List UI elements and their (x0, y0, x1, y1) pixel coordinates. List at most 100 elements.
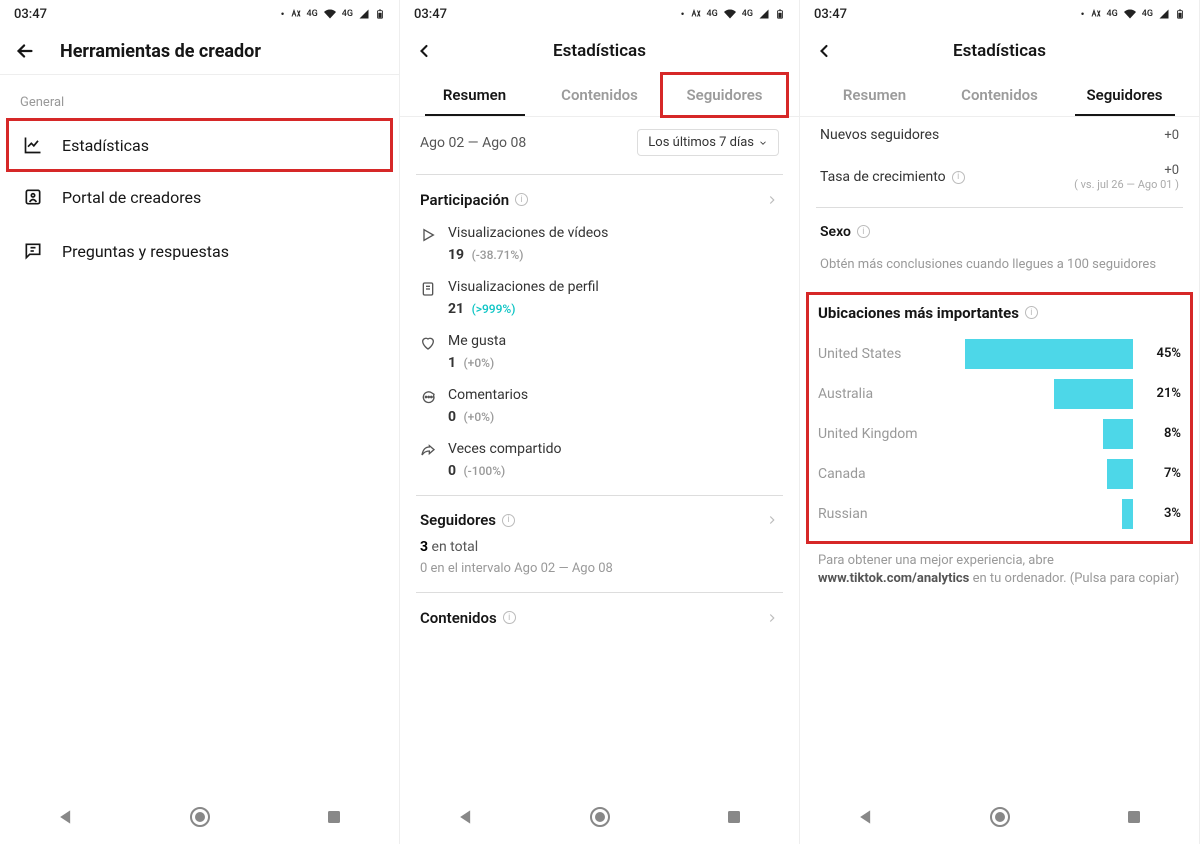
location-bar-row: Russian3% (818, 494, 1181, 534)
nav-home-icon[interactable] (988, 805, 1012, 829)
metric-label: Visualizaciones de vídeos (448, 225, 779, 241)
contents-section-header[interactable]: Contenidos i (400, 599, 799, 637)
followers-total-suffix: en total (432, 539, 479, 555)
bar-track (946, 379, 1133, 409)
nav-recent-icon[interactable] (725, 808, 743, 826)
nav-back-icon[interactable] (56, 807, 76, 827)
chevron-down-icon (758, 138, 768, 148)
nav-recent-icon[interactable] (325, 808, 343, 826)
followers-title: Seguidores (420, 511, 496, 529)
nav-recent-icon[interactable] (1125, 808, 1143, 826)
location-bar-row: United States45% (818, 334, 1181, 374)
share-icon (420, 443, 438, 459)
menu-item-portal-de-creadores[interactable]: Portal de creadores (0, 170, 399, 224)
location-bar-row: Canada7% (818, 454, 1181, 494)
nav-back-icon[interactable] (856, 807, 876, 827)
metric-value: 0 (448, 463, 456, 479)
chevron-right-icon (765, 193, 779, 207)
phone-stats-followers: 03:47 • 4G 4G Estadísticas ResumenConten… (800, 0, 1200, 844)
page-title: Estadísticas (442, 41, 757, 61)
back-chevron-icon[interactable] (414, 41, 442, 61)
menu-item-label: Preguntas y respuestas (62, 242, 229, 261)
gender-hint: Obtén más conclusiones cuando llegues a … (800, 250, 1199, 294)
info-icon: i (503, 611, 516, 624)
status-time: 03:47 (14, 7, 47, 22)
date-range-text: Ago 02 — Ago 08 (420, 135, 526, 151)
back-arrow-icon[interactable] (14, 40, 42, 62)
metric-label: Me gusta (448, 333, 779, 349)
phone-stats-summary: 03:47 • 4G 4G Estadísticas ResumenConten… (400, 0, 800, 844)
bar-track (946, 499, 1133, 529)
statusbar: 03:47 • 4G 4G (400, 0, 799, 28)
bar-track (946, 419, 1133, 449)
android-navbar (800, 790, 1199, 844)
bar-fill (1103, 419, 1133, 449)
android-navbar (400, 790, 799, 844)
tab-contenidos[interactable]: Contenidos (537, 74, 662, 116)
stat-label: Nuevos seguidores (820, 127, 939, 143)
status-icons: • 4G 4G (281, 7, 385, 21)
tabs: ResumenContenidosSeguidores (800, 74, 1199, 116)
location-pct: 21% (1141, 386, 1181, 401)
metric-delta: (-38.71%) (472, 248, 524, 262)
followers-section-header[interactable]: Seguidores i (400, 501, 799, 539)
location-name: Russian (818, 506, 938, 522)
chevron-right-icon (765, 611, 779, 625)
stat-row-tasa-de-crecimiento: Tasa de crecimiento i+0( vs. jul 26 — Ag… (800, 153, 1199, 201)
stats-icon (22, 134, 44, 156)
tabs: ResumenContenidosSeguidores (400, 74, 799, 116)
gender-row: Sexo i (800, 214, 1199, 250)
phone-creator-tools: 03:47 • 4G 4G Herramientas de creador Ge… (0, 0, 400, 844)
gender-label: Sexo (820, 224, 851, 240)
info-icon: i (857, 225, 870, 238)
metric-label: Veces compartido (448, 441, 779, 457)
metric-play: Visualizaciones de vídeos 19 (-38.71%) (400, 219, 799, 273)
tab-seguidores[interactable]: Seguidores (662, 74, 787, 116)
metric-label: Comentarios (448, 387, 779, 403)
participation-section-header[interactable]: Participación i (400, 181, 799, 219)
locations-chart: United States45%Australia21%United Kingd… (818, 334, 1181, 534)
info-icon: i (952, 171, 965, 184)
bar-fill (1122, 499, 1133, 529)
tab-contenidos[interactable]: Contenidos (937, 74, 1062, 116)
nav-home-icon[interactable] (188, 805, 212, 829)
nav-home-icon[interactable] (588, 805, 612, 829)
statusbar: 03:47 • 4G 4G (0, 0, 399, 28)
metric-value: 21 (448, 301, 464, 317)
bar-fill (1054, 379, 1133, 409)
metric-profile: Visualizaciones de perfil21 (>999%) (400, 273, 799, 327)
stat-label: Tasa de crecimiento (820, 169, 946, 185)
status-icons: • 4G 4G (1081, 7, 1185, 21)
followers-total-value: 3 (420, 539, 428, 555)
chevron-right-icon (765, 513, 779, 527)
section-label-general: General (0, 75, 399, 120)
stat-row-nuevos-seguidores: Nuevos seguidores+0 (800, 117, 1199, 153)
menu-item-estadísticas[interactable]: Estadísticas (8, 120, 391, 170)
tab-resumen[interactable]: Resumen (812, 74, 937, 116)
status-net: 4G (307, 9, 318, 19)
analytics-link-note[interactable]: Para obtener una mejor experiencia, abre… (800, 542, 1199, 588)
metric-value: 0 (448, 409, 456, 425)
info-icon: i (1025, 306, 1038, 319)
location-pct: 45% (1141, 346, 1181, 361)
heart-icon (420, 335, 438, 351)
locations-section: Ubicaciones más importantes i United Sta… (808, 294, 1191, 542)
play-icon (420, 227, 438, 243)
metric-share: Veces compartido0 (-100%) (400, 435, 799, 489)
tab-seguidores[interactable]: Seguidores (1062, 74, 1187, 116)
stat-value: +0 (1074, 163, 1179, 178)
nav-back-icon[interactable] (456, 807, 476, 827)
location-pct: 8% (1141, 426, 1181, 441)
info-icon: i (515, 193, 528, 206)
date-range-dropdown[interactable]: Los últimos 7 días (637, 129, 779, 156)
metric-value: 19 (448, 247, 464, 263)
metric-heart: Me gusta1 (+0%) (400, 327, 799, 381)
menu-item-label: Portal de creadores (62, 188, 201, 207)
metric-delta: (>999%) (472, 302, 516, 316)
menu-item-preguntas-y-respuestas[interactable]: Preguntas y respuestas (0, 224, 399, 278)
back-chevron-icon[interactable] (814, 41, 842, 61)
participation-title: Participación (420, 191, 509, 209)
status-time: 03:47 (414, 7, 447, 22)
tab-resumen[interactable]: Resumen (412, 74, 537, 116)
location-bar-row: Australia21% (818, 374, 1181, 414)
